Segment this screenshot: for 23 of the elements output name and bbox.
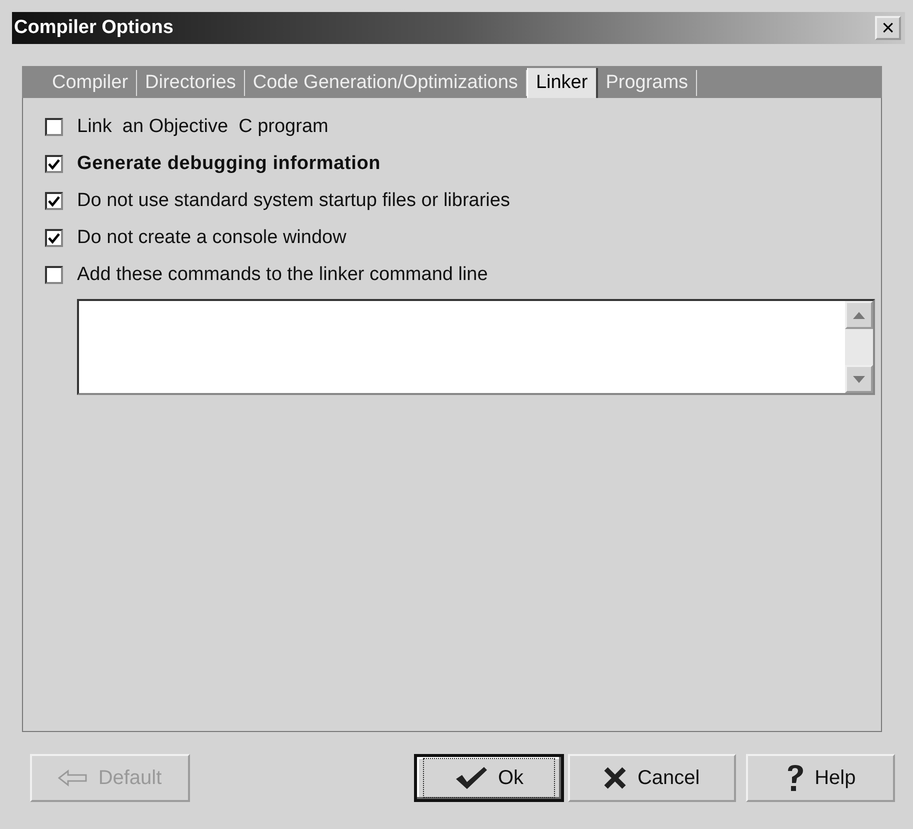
checkbox-label: Link an Objective C program: [77, 116, 328, 138]
checkbox[interactable]: [45, 229, 63, 247]
x-icon: [603, 766, 628, 790]
command-text-area[interactable]: [77, 299, 875, 395]
checkmark-icon: [454, 765, 488, 791]
help-button[interactable]: Help: [746, 754, 895, 802]
close-button[interactable]: ×: [875, 16, 901, 40]
checkbox-label: Generate debugging information: [77, 153, 381, 175]
cancel-button[interactable]: Cancel: [568, 754, 736, 802]
checkbox[interactable]: [45, 192, 63, 210]
scrollbar[interactable]: [845, 301, 873, 393]
checkbox[interactable]: [45, 266, 63, 284]
checkbox-label: Do not use standard system startup files or libraries: [77, 190, 510, 212]
ok-button[interactable]: Ok: [414, 754, 564, 802]
window-title: Compiler Options: [14, 17, 174, 39]
up-arrow-icon: [853, 312, 865, 318]
checkbox-label: Do not create a console window: [77, 227, 346, 249]
checkbox[interactable]: [45, 155, 63, 173]
arrow-left-icon: [58, 769, 88, 787]
down-arrow-icon: [853, 376, 865, 382]
tab[interactable]: Linker: [526, 68, 598, 98]
checkbox-label: Add these commands to the linker command line: [77, 264, 488, 286]
checkbox[interactable]: [45, 118, 63, 136]
